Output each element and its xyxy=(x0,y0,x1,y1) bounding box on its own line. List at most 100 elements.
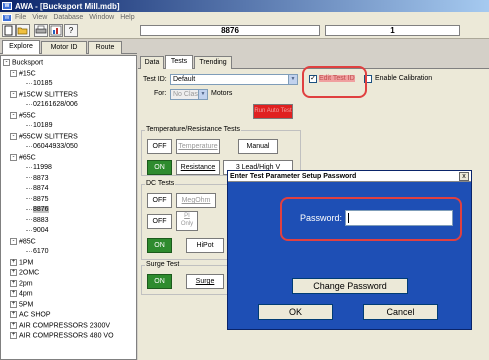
menu-database[interactable]: Database xyxy=(53,14,83,21)
menu-view[interactable]: View xyxy=(32,14,47,21)
surge-button[interactable]: Surge xyxy=(186,274,224,289)
cancel-button[interactable]: Cancel xyxy=(363,304,438,320)
expand-icon[interactable]: + xyxy=(10,269,17,276)
menu-help[interactable]: Help xyxy=(120,14,134,21)
menu-window[interactable]: Window xyxy=(89,14,114,21)
tree-item[interactable]: + AC SHOP xyxy=(10,311,51,318)
run-auto-test-button[interactable]: Run Auto Test xyxy=(253,104,293,119)
tree-item[interactable]: +2OMC xyxy=(10,269,39,276)
tree-item[interactable]: 6170 xyxy=(26,248,49,255)
collapse-icon[interactable]: - xyxy=(10,111,17,119)
tree-item-label: AIR COMPRESSORS 480 VO xyxy=(19,332,114,340)
tree-item-label: #85C xyxy=(19,237,36,245)
dialog-title: Enter Test Parameter Setup Password xyxy=(228,171,471,182)
test-id-combo[interactable]: Default ▼ xyxy=(170,74,298,85)
chevron-down-icon[interactable]: ▼ xyxy=(198,90,207,99)
tree-item[interactable]: 8875 xyxy=(26,196,49,203)
collapse-icon[interactable]: - xyxy=(10,69,17,77)
tree-item[interactable]: - #55CW SLITTERS xyxy=(10,132,78,140)
collapse-icon[interactable]: - xyxy=(10,153,17,161)
tree-item-label: 8883 xyxy=(33,216,49,224)
resistance-button[interactable]: Resistance xyxy=(176,160,220,175)
tree-item[interactable]: - #15C xyxy=(10,69,36,77)
tab-data[interactable]: Data xyxy=(140,56,164,69)
temperature-off-button[interactable]: OFF xyxy=(147,139,172,154)
collapse-icon[interactable]: - xyxy=(10,132,17,140)
tab-trending[interactable]: Trending xyxy=(194,56,232,69)
new-icon[interactable] xyxy=(2,24,16,37)
tree-item[interactable]: 8873 xyxy=(26,175,49,182)
collapse-icon[interactable]: - xyxy=(10,237,17,245)
tree-connector xyxy=(26,166,32,168)
tab-motor-id[interactable]: Motor ID xyxy=(41,41,87,54)
tab-route[interactable]: Route xyxy=(88,41,122,54)
tree-item[interactable]: + AIR COMPRESSORS 480 VO xyxy=(10,332,114,339)
chevron-down-icon[interactable]: ▼ xyxy=(288,75,297,84)
tree-item[interactable]: 11998 xyxy=(26,164,52,171)
tree-item[interactable]: +2pm xyxy=(10,279,33,287)
for-combo[interactable]: No Class ▼ xyxy=(170,89,208,100)
tree-item[interactable]: - #65C xyxy=(10,153,36,161)
tree-item[interactable]: 06044933/050 xyxy=(26,143,78,150)
expand-icon[interactable]: + xyxy=(10,258,17,266)
tree-item[interactable]: - #55C xyxy=(10,111,36,119)
password-dialog: Enter Test Parameter Setup Password x Pa… xyxy=(227,170,472,330)
expand-icon[interactable]: + xyxy=(10,300,17,308)
tree-connector xyxy=(26,124,32,126)
temperature-group-title: Temperature/Resistance Tests xyxy=(145,126,242,133)
tree-item-label: #55C xyxy=(19,111,36,119)
tree-item-label: 11998 xyxy=(33,164,52,171)
tree-item[interactable]: 8883 xyxy=(26,217,49,224)
ok-button[interactable]: OK xyxy=(258,304,333,320)
manual-button[interactable]: Manual xyxy=(238,139,278,154)
surge-label: Surge xyxy=(195,278,215,285)
surge-on-button[interactable]: ON xyxy=(147,274,172,289)
expand-icon[interactable]: + xyxy=(10,332,17,339)
tree-item[interactable]: +4pm xyxy=(10,290,33,297)
hipot-button[interactable]: HiPot xyxy=(186,238,224,253)
megohm-button[interactable]: MegOhm xyxy=(176,193,216,208)
tree-item[interactable]: 8874 xyxy=(26,185,49,192)
tree-connector xyxy=(26,145,32,147)
expand-icon[interactable]: + xyxy=(10,279,17,287)
collapse-icon[interactable]: - xyxy=(10,90,17,98)
collapse-icon[interactable]: - xyxy=(3,59,10,66)
tree-item[interactable]: +5PM xyxy=(10,300,33,308)
tree-item[interactable]: 10185 xyxy=(26,80,52,87)
tree-item[interactable]: + AIR COMPRESSORS 2300V xyxy=(10,321,111,329)
tree-item[interactable]: - #85C xyxy=(10,237,36,245)
tree-item[interactable]: - Bucksport xyxy=(3,59,43,66)
chart-icon[interactable] xyxy=(49,24,63,37)
expand-icon[interactable]: + xyxy=(10,321,17,329)
print-icon[interactable] xyxy=(34,24,48,37)
resistance-on-button[interactable]: ON xyxy=(147,160,172,175)
explore-tree[interactable]: - Bucksport - #15C 10185 - #15CW SLITTERS 02161… xyxy=(0,55,137,360)
pi-only-sub-label: Only xyxy=(180,221,194,227)
tab-explore[interactable]: Explore xyxy=(2,40,40,54)
temperature-button[interactable]: Temperature xyxy=(176,139,220,154)
tree-item-label: #55CW SLITTERS xyxy=(19,132,78,140)
pi-off-button[interactable]: OFF xyxy=(147,214,172,229)
tree-item[interactable]: 9004 xyxy=(26,227,49,234)
tree-item[interactable]: - #15CW SLITTERS xyxy=(10,90,78,98)
close-icon[interactable]: x xyxy=(459,172,469,181)
tree-connector xyxy=(26,198,32,200)
megohm-off-button[interactable]: OFF xyxy=(147,193,172,208)
enable-calibration-label: Enable Calibration xyxy=(375,75,433,82)
help-icon[interactable]: ? xyxy=(64,24,78,37)
tab-tests[interactable]: Tests xyxy=(165,55,193,69)
menu-file[interactable]: File xyxy=(15,14,26,21)
tree-item[interactable]: 02161628/006 xyxy=(26,101,78,108)
tree-item[interactable]: 10189 xyxy=(26,122,52,129)
document-icon[interactable]: W xyxy=(2,13,12,22)
hipot-on-button[interactable]: ON xyxy=(147,238,172,253)
tree-item-label: AIR COMPRESSORS 2300V xyxy=(19,321,111,329)
expand-icon[interactable]: + xyxy=(10,290,17,297)
change-password-button[interactable]: Change Password xyxy=(292,278,408,294)
tree-item[interactable]: 8876 xyxy=(26,206,49,213)
tree-item[interactable]: +1PM xyxy=(10,258,33,266)
open-icon[interactable] xyxy=(16,24,30,37)
index-display: 1 xyxy=(325,25,460,36)
expand-icon[interactable]: + xyxy=(10,311,17,318)
pi-only-button[interactable]: PI Only xyxy=(176,211,198,231)
